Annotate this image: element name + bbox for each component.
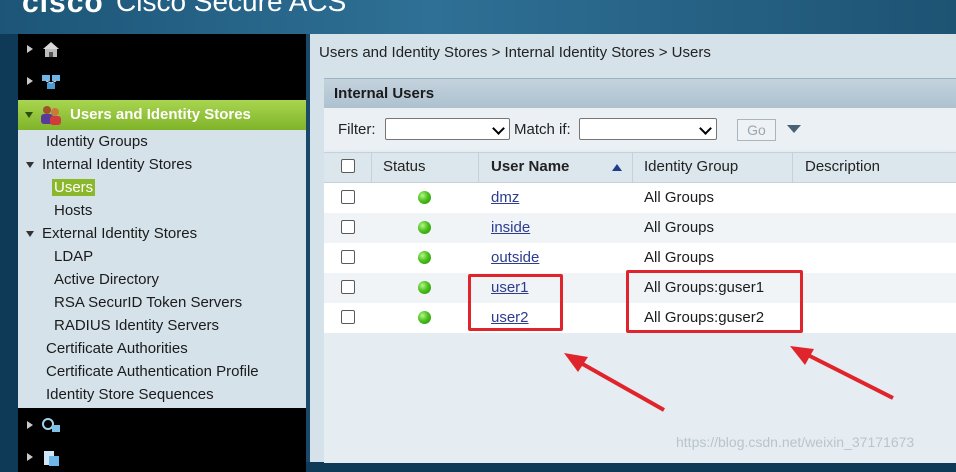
annotation-arrow-icon (790, 346, 894, 400)
annotation-arrows (564, 346, 894, 412)
annotation-arrow-icon (564, 353, 665, 412)
watermark: https://blog.csdn.net/weixin_37171673 (676, 434, 915, 450)
